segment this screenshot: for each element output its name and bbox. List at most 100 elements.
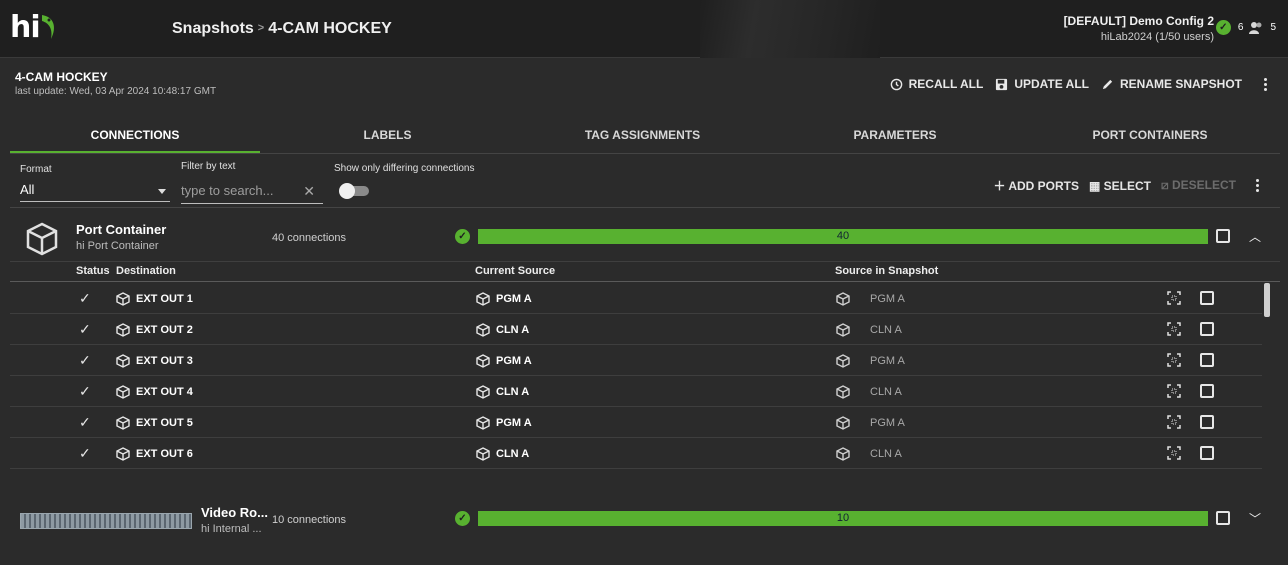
container-progress: 40	[478, 229, 1208, 244]
table-row[interactable]: ✓ EXT OUT 6 CLN A CLN A	[10, 438, 1262, 469]
rename-snapshot-button[interactable]: RENAME SNAPSHOT	[1101, 77, 1242, 91]
scrollbar[interactable]	[1264, 283, 1270, 317]
breadcrumb-snapshots[interactable]: Snapshots	[172, 20, 254, 37]
search-input[interactable]: type to search... ✕	[181, 180, 323, 204]
recall-all-button[interactable]: RECALL ALL	[890, 77, 983, 91]
differing-label: Show only differing connections	[334, 163, 475, 174]
current-source-cell[interactable]: PGM A	[476, 354, 532, 368]
row-checkbox[interactable]	[1200, 384, 1214, 398]
status-check-icon: ✓	[79, 290, 91, 306]
cube-icon	[116, 447, 130, 461]
destination-label: EXT OUT 3	[136, 355, 193, 367]
destination-cell[interactable]: EXT OUT 2	[116, 323, 193, 337]
status-ok-count: 6	[1237, 22, 1244, 33]
select-button[interactable]: ▦ SELECT	[1089, 179, 1151, 193]
breadcrumb-separator: >	[257, 22, 265, 34]
current-source-cell[interactable]: PGM A	[476, 416, 532, 430]
search-placeholder: type to search...	[181, 183, 274, 198]
router-subtitle: hi Internal ...	[201, 523, 262, 535]
table-row[interactable]: ✓ EXT OUT 2 CLN A CLN A	[10, 314, 1262, 345]
destination-label: EXT OUT 4	[136, 386, 193, 398]
tab-connections[interactable]: CONNECTIONS	[10, 118, 260, 153]
snapshot-source-cell: CLN A	[836, 447, 902, 461]
snapshot-source-cell: PGM A	[836, 354, 905, 368]
users-icon[interactable]	[1249, 21, 1263, 35]
row-checkbox[interactable]	[1200, 446, 1214, 460]
tab-bar: CONNECTIONS LABELS TAG ASSIGNMENTS PARAM…	[10, 118, 1280, 154]
select-area-icon[interactable]	[1167, 415, 1181, 429]
status-check-icon: ✓	[79, 383, 91, 399]
cube-icon	[476, 354, 490, 368]
config-info[interactable]: [DEFAULT] Demo Config 2 hiLab2024 (1/50 …	[1064, 14, 1214, 43]
current-source-cell[interactable]: CLN A	[476, 323, 529, 337]
table-row[interactable]: ✓ EXT OUT 4 CLN A CLN A	[10, 376, 1262, 407]
table-row[interactable]: ✓ EXT OUT 3 PGM A PGM A	[10, 345, 1262, 376]
select-area-icon[interactable]	[1167, 446, 1181, 460]
status-ok-icon[interactable]: ✓	[1215, 20, 1231, 35]
tab-parameters[interactable]: PARAMETERS	[770, 118, 1020, 153]
current-source-cell[interactable]: CLN A	[476, 385, 529, 399]
row-checkbox[interactable]	[1200, 291, 1214, 305]
cube-icon	[836, 447, 850, 461]
select-area-icon[interactable]	[1167, 353, 1181, 367]
cube-icon	[476, 292, 490, 306]
container-subtitle: hi Port Container	[76, 240, 159, 252]
tab-tag-assignments[interactable]: TAG ASSIGNMENTS	[515, 118, 770, 153]
destination-cell[interactable]: EXT OUT 6	[116, 447, 193, 461]
chevron-up-icon[interactable]: ︿	[1249, 228, 1261, 245]
header-status: Status	[76, 265, 110, 277]
select-area-icon[interactable]	[1167, 291, 1181, 305]
table-header: Status Destination Current Source Source…	[10, 262, 1280, 282]
snapshot-source-label: CLN A	[870, 448, 902, 460]
more-menu-icon[interactable]	[1264, 77, 1268, 91]
filter-more-icon[interactable]	[1256, 179, 1260, 192]
update-all-button[interactable]: UPDATE ALL	[995, 77, 1089, 91]
destination-cell[interactable]: EXT OUT 3	[116, 354, 193, 368]
chevron-down-icon[interactable]: ﹀	[1249, 510, 1261, 527]
router-ok-icon: ✓	[455, 511, 470, 526]
tab-labels[interactable]: LABELS	[260, 118, 515, 153]
format-select[interactable]: All	[20, 180, 170, 202]
cube-icon	[116, 385, 130, 399]
snapshot-last-update: last update: Wed, 03 Apr 2024 10:48:17 G…	[15, 86, 217, 97]
current-source-cell[interactable]: CLN A	[476, 447, 529, 461]
app-logo[interactable]: hi	[10, 10, 41, 45]
differing-toggle[interactable]	[339, 183, 369, 199]
status-check-icon: ✓	[79, 414, 91, 430]
row-checkbox[interactable]	[1200, 415, 1214, 429]
select-area-icon[interactable]	[1167, 384, 1181, 398]
container-checkbox[interactable]	[1216, 229, 1230, 243]
cube-icon	[836, 292, 850, 306]
breadcrumb: Snapshots >4-CAM HOCKEY	[172, 20, 392, 38]
clear-icon[interactable]: ✕	[303, 183, 315, 200]
deselect-button[interactable]: ⧄ DESELECT	[1161, 178, 1236, 193]
cube-icon	[476, 385, 490, 399]
video-router-row[interactable]: Video Ro... hi Internal ... 10 connectio…	[10, 492, 1280, 544]
pencil-icon	[1102, 79, 1113, 89]
port-container-row[interactable]: Port Container hi Port Container 40 conn…	[10, 210, 1280, 262]
add-ports-label: ADD PORTS	[1008, 179, 1079, 193]
header-destination: Destination	[116, 265, 176, 277]
router-checkbox[interactable]	[1216, 511, 1230, 525]
destination-cell[interactable]: EXT OUT 1	[116, 292, 193, 306]
tab-port-containers[interactable]: PORT CONTAINERS	[1020, 118, 1280, 153]
snapshot-source-cell: PGM A	[836, 416, 905, 430]
table-row[interactable]: ✓ EXT OUT 1 PGM A PGM A	[10, 283, 1262, 314]
top-bar: hi Snapshots >4-CAM HOCKEY [DEFAULT] Demo…	[0, 0, 1288, 58]
destination-cell[interactable]: EXT OUT 5	[116, 416, 193, 430]
header-current-source: Current Source	[475, 265, 556, 277]
status-check-icon: ✓	[79, 445, 91, 461]
row-checkbox[interactable]	[1200, 353, 1214, 367]
select-area-icon[interactable]	[1167, 322, 1181, 336]
add-ports-button[interactable]: ＋ ADD PORTS	[993, 177, 1079, 194]
table-row[interactable]: ✓ EXT OUT 5 PGM A PGM A	[10, 407, 1262, 438]
cube-icon	[836, 385, 850, 399]
snapshot-source-cell: PGM A	[836, 292, 905, 306]
destination-cell[interactable]: EXT OUT 4	[116, 385, 193, 399]
current-source-label: CLN A	[496, 448, 530, 460]
topbar-decoration	[700, 0, 880, 58]
filter-bar: Format All Filter by text type to search…	[10, 158, 1280, 208]
current-source-cell[interactable]: PGM A	[476, 292, 532, 306]
status-check-icon: ✓	[79, 352, 91, 368]
row-checkbox[interactable]	[1200, 322, 1214, 336]
